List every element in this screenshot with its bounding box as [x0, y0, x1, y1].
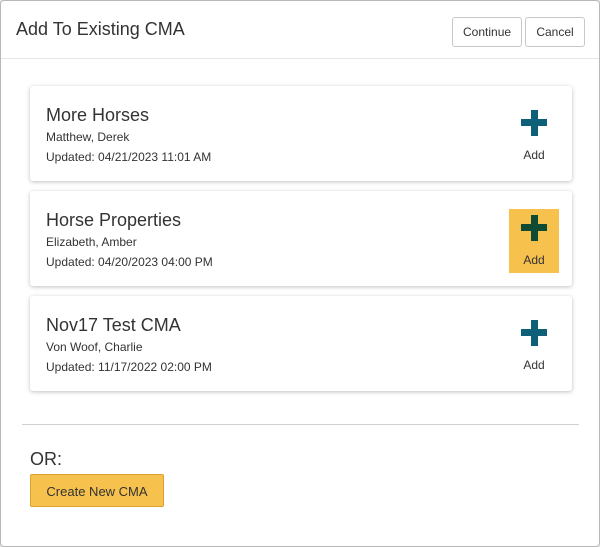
add-button[interactable]: Add: [509, 104, 559, 168]
or-label: OR:: [30, 449, 63, 469]
cma-owner: Elizabeth, Amber: [46, 235, 137, 249]
plus-icon: [521, 110, 547, 136]
add-button[interactable]: Add: [509, 209, 559, 273]
modal-header: Add To Existing CMA Continue Cancel: [1, 1, 599, 59]
divider: [22, 424, 579, 425]
cma-name: Horse Properties: [46, 210, 182, 230]
cma-updated: Updated: 04/20/2023 04:00 PM: [46, 255, 213, 269]
add-label: Add: [523, 358, 545, 372]
cancel-button[interactable]: Cancel: [525, 17, 585, 47]
cma-card: Nov17 Test CMA Von Woof, Charlie Updated…: [30, 296, 572, 391]
cma-owner: Matthew, Derek: [46, 130, 130, 144]
cma-name: Nov17 Test CMA: [46, 315, 181, 335]
add-label: Add: [523, 253, 545, 267]
continue-button[interactable]: Continue: [452, 17, 522, 47]
cma-card: Horse Properties Elizabeth, Amber Update…: [30, 191, 572, 286]
add-to-cma-modal: Add To Existing CMA Continue Cancel More…: [0, 0, 600, 547]
create-new-cma-button[interactable]: Create New CMA: [30, 474, 164, 507]
modal-title: Add To Existing CMA: [16, 19, 185, 39]
cma-card: More Horses Matthew, Derek Updated: 04/2…: [30, 86, 572, 181]
add-label: Add: [523, 148, 545, 162]
plus-icon: [521, 320, 547, 346]
cma-updated: Updated: 11/17/2022 02:00 PM: [46, 360, 212, 374]
cma-name: More Horses: [46, 105, 150, 125]
add-button[interactable]: Add: [509, 314, 559, 378]
cma-owner: Von Woof, Charlie: [46, 340, 143, 354]
plus-icon: [521, 215, 547, 241]
cma-updated: Updated: 04/21/2023 11:01 AM: [46, 150, 212, 164]
